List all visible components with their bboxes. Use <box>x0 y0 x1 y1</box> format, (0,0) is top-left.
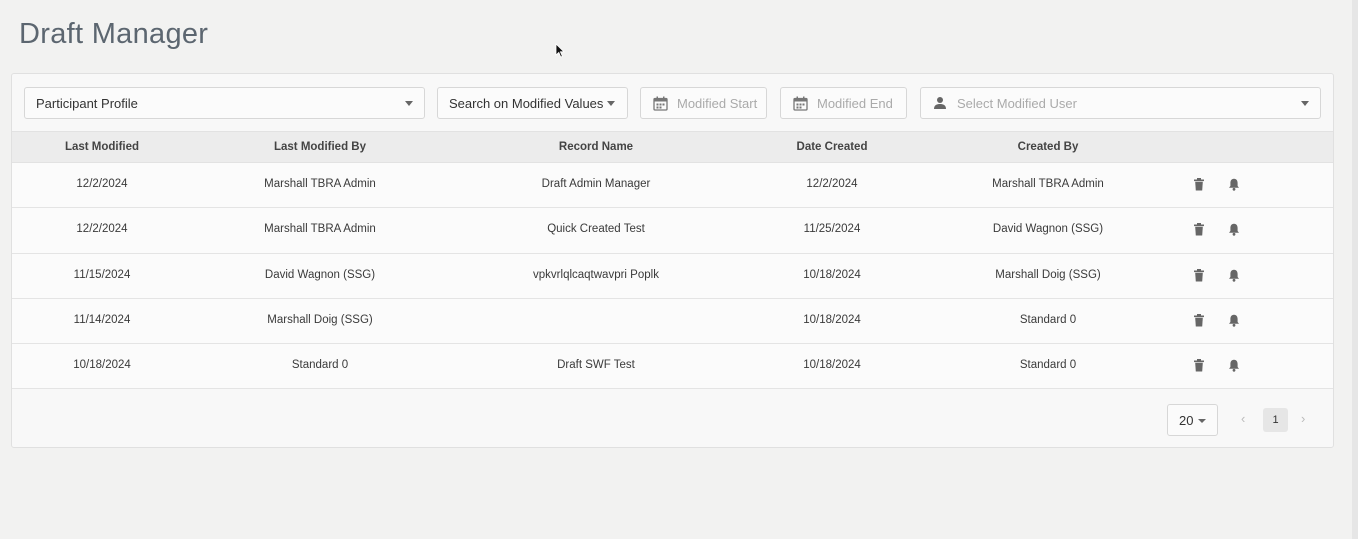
profile-select-value: Participant Profile <box>36 95 138 111</box>
search-mode-select[interactable]: Search on Modified Values <box>437 87 628 119</box>
page-size-select[interactable]: 20 <box>1167 404 1218 436</box>
trash-icon[interactable] <box>1193 313 1205 332</box>
trash-icon[interactable] <box>1193 178 1205 196</box>
calendar-icon <box>793 96 808 111</box>
table-row[interactable]: 11/14/2024 Marshall Doig (SSG) 10/18/2024 S… <box>12 298 1333 345</box>
cell-created-by: Standard 0 <box>1019 359 1077 372</box>
cell-last-modified: 11/14/2024 <box>73 313 131 326</box>
cell-created-by: Marshall TBRA Admin <box>992 178 1104 190</box>
drafts-table: Last Modified Last Modified By Record Na… <box>12 131 1333 390</box>
cell-date-created: 11/25/2024 <box>803 223 861 236</box>
cell-record-name: vpkvrlqlcaqtwavpri Poplk <box>533 268 659 281</box>
table-body: 12/2/2024 Marshall TBRA Admin Draft Admin … <box>12 163 1333 390</box>
cell-last-modified-by: Marshall TBRA Admin <box>264 223 376 236</box>
column-header-date-created[interactable]: Date Created <box>797 141 868 153</box>
cell-date-created: 10/18/2024 <box>803 313 861 326</box>
current-page-button[interactable]: 1 <box>1263 408 1288 432</box>
previous-page-icon[interactable]: ‹ <box>1241 411 1245 426</box>
bell-icon[interactable] <box>1228 314 1240 332</box>
table-header: Last Modified Last Modified By Record Na… <box>12 131 1333 163</box>
column-header-record-name[interactable]: Record Name <box>559 141 633 153</box>
trash-icon[interactable] <box>1193 359 1205 377</box>
chevron-down-icon <box>1198 419 1206 423</box>
page-title: Draft Manager <box>19 18 209 50</box>
column-header-last-modified[interactable]: Last Modified <box>65 141 139 153</box>
page-size-value: 20 <box>1179 413 1194 428</box>
trash-icon[interactable] <box>1193 268 1205 287</box>
modified-user-placeholder: Select Modified User <box>957 95 1077 111</box>
draft-panel: Participant Profile Search on Modified V… <box>11 73 1334 448</box>
trash-icon[interactable] <box>1193 223 1205 241</box>
column-header-last-modified-by[interactable]: Last Modified By <box>274 141 366 153</box>
filter-toolbar: Participant Profile Search on Modified V… <box>24 87 1322 119</box>
modified-start-placeholder: Modified Start <box>677 95 758 111</box>
person-icon <box>934 97 946 109</box>
profile-select[interactable]: Participant Profile <box>24 87 425 119</box>
cell-created-by: Marshall Doig (SSG) <box>995 268 1101 281</box>
mouse-cursor-icon <box>555 43 565 58</box>
cell-last-modified-by: Standard 0 <box>291 359 349 372</box>
cell-created-by: Standard 0 <box>1019 313 1077 326</box>
cell-last-modified: 12/2/2024 <box>76 223 128 236</box>
bell-icon[interactable] <box>1228 178 1240 196</box>
cell-record-name: Quick Created Test <box>547 223 645 236</box>
pagination: 20 ‹ 1 › <box>12 404 1333 436</box>
table-row[interactable]: 12/2/2024 Marshall TBRA Admin Quick Create… <box>12 208 1333 254</box>
calendar-icon <box>653 96 668 111</box>
modified-end-placeholder: Modified End <box>817 95 893 111</box>
cell-created-by: David Wagnon (SSG) <box>992 223 1104 236</box>
bell-icon[interactable] <box>1228 223 1240 241</box>
modified-start-input[interactable]: Modified Start <box>640 87 767 119</box>
chevron-down-icon <box>405 101 413 106</box>
cell-record-name: Draft SWF Test <box>557 359 635 372</box>
column-header-created-by[interactable]: Created By <box>1018 141 1079 153</box>
cell-last-modified-by: Marshall Doig (SSG) <box>267 313 373 326</box>
chevron-down-icon <box>1301 101 1309 106</box>
table-row[interactable]: 10/18/2024 Standard 0 Draft SWF Test 10/18/… <box>12 344 1333 390</box>
cell-date-created: 12/2/2024 <box>806 178 858 190</box>
modified-user-select[interactable]: Select Modified User <box>920 87 1321 119</box>
cell-last-modified: 12/2/2024 <box>76 178 128 190</box>
cell-date-created: 10/18/2024 <box>803 359 861 372</box>
window-edge <box>1352 0 1358 539</box>
cell-date-created: 10/18/2024 <box>803 268 861 281</box>
table-row[interactable]: 12/2/2024 Marshall TBRA Admin Draft Admin … <box>12 163 1333 209</box>
cell-record-name: Draft Admin Manager <box>541 178 651 190</box>
cell-last-modified: 11/15/2024 <box>73 268 131 281</box>
cell-last-modified: 10/18/2024 <box>73 359 131 372</box>
search-mode-value: Search on Modified Values <box>449 95 604 111</box>
table-row[interactable]: 11/15/2024 David Wagnon (SSG) vpkvrlqlcaqt… <box>12 253 1333 299</box>
modified-end-input[interactable]: Modified End <box>780 87 907 119</box>
next-page-icon[interactable]: › <box>1301 411 1305 426</box>
bell-icon[interactable] <box>1228 359 1240 377</box>
bell-icon[interactable] <box>1228 269 1240 287</box>
chevron-down-icon <box>607 101 615 106</box>
cell-last-modified-by: Marshall TBRA Admin <box>264 178 376 190</box>
cell-last-modified-by: David Wagnon (SSG) <box>264 268 376 281</box>
